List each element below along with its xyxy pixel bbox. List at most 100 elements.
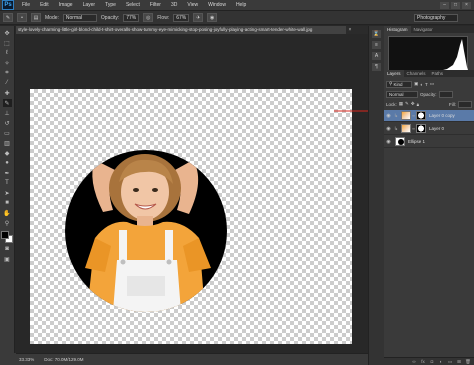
foreground-color-swatch[interactable] [1,231,9,239]
history-panel-icon[interactable]: ⌛ [372,30,381,38]
properties-panel-icon[interactable]: ≡ [372,41,381,49]
lasso-tool-icon[interactable]: ℓ [3,49,12,57]
clone-stamp-tool-icon[interactable]: ⊥ [3,109,12,117]
maximize-icon[interactable]: □ [451,1,460,9]
menu-file[interactable]: File [17,2,35,8]
eye-icon[interactable]: ◉ [384,139,393,145]
brush-preset-icon[interactable]: ✎ [3,13,13,22]
window-controls: – □ × [440,1,471,9]
fill-field[interactable] [458,100,472,108]
document-tab[interactable]: style-lovely-charming-little-girl-blond-… [16,26,346,34]
filter-kind-select[interactable]: ⚲ Kind [386,80,412,88]
canvas-area[interactable] [16,34,368,353]
menu-select[interactable]: Select [121,2,145,8]
girl-photo-image [85,154,211,312]
gradient-tool-icon[interactable]: ▥ [3,139,12,147]
hand-tool-icon[interactable]: ✋ [3,209,12,217]
menu-filter[interactable]: Filter [145,2,166,8]
eye-icon[interactable]: ◉ [384,126,393,132]
tab-navigator[interactable]: Navigator [411,26,436,33]
layer-name[interactable]: Layer 0 [429,126,444,131]
layer-row-2[interactable]: ◉ Ellipse 1 [384,136,474,148]
brush-tool-icon[interactable]: ✎ [2,99,12,107]
zoom-level[interactable]: 33.33% [19,357,34,362]
layers-panel-footer: ∞ fx ◘ ◐ ▭ ⊞ 🗑︎ [384,357,474,365]
color-swatches[interactable] [1,231,13,243]
add-mask-icon[interactable]: ◘ [429,359,435,364]
tab-channels[interactable]: Channels [404,70,429,77]
fx-icon[interactable]: fx [420,359,426,364]
zoom-tool-icon[interactable]: ⚲ [3,219,12,227]
blend-mode-select[interactable]: Normal [386,90,418,98]
filter-adjust-icon[interactable]: ◐ [420,82,423,87]
paragraph-panel-icon[interactable]: ¶ [372,63,381,71]
brush-size-icon[interactable]: • [17,13,27,22]
close-icon[interactable]: × [462,1,471,9]
clipping-arrow-icon: ↳ [393,112,399,119]
tab-histogram[interactable]: Histogram [384,26,411,33]
adjustment-layer-icon[interactable]: ◐ [438,359,444,364]
menu-type[interactable]: Type [100,2,121,8]
new-group-icon[interactable]: ▭ [447,359,453,364]
pressure-size-icon[interactable]: ◉ [207,13,218,22]
crop-tool-icon[interactable]: ⌗ [3,69,12,77]
menu-window[interactable]: Window [203,2,231,8]
mode-select[interactable]: Normal [62,13,97,22]
menu-help[interactable]: Help [231,2,251,8]
healing-brush-tool-icon[interactable]: ✚ [3,89,12,97]
character-panel-icon[interactable]: A [372,52,381,60]
filter-pixel-icon[interactable]: ▣ [414,81,418,87]
fill-label: Fill: [449,101,456,107]
link-layers-icon[interactable]: ∞ [411,359,417,364]
close-tab-icon[interactable]: × [346,26,354,34]
pressure-opacity-icon[interactable]: ◎ [143,13,154,22]
filter-type-icon[interactable]: T [425,82,428,87]
menu-image[interactable]: Image [54,2,78,8]
type-tool-icon[interactable]: T [3,179,12,187]
airbrush-icon[interactable]: ✈ [193,13,204,22]
layer-name[interactable]: Ellipse 1 [408,139,425,144]
layer-mask-thumbnail[interactable] [416,111,426,120]
marquee-tool-icon[interactable]: ⬚ [3,39,12,47]
new-layer-icon[interactable]: ⊞ [456,359,462,364]
filter-shape-icon[interactable]: ▭ [430,81,434,87]
layer-mask-thumbnail[interactable] [416,124,426,133]
menu-view[interactable]: View [182,2,203,8]
minimize-icon[interactable]: – [440,1,449,9]
shape-tool-icon[interactable]: ■ [3,199,12,207]
dodge-tool-icon[interactable]: ● [3,159,12,167]
menu-3d[interactable]: 3D [166,2,182,8]
screen-mode-icon[interactable]: ▣ [3,255,12,263]
flow-field[interactable]: 67% [173,13,190,22]
opacity-label: Opacity: [100,14,120,21]
mode-label: Mode: [45,14,59,21]
quick-mask-icon[interactable]: ◙ [3,245,12,253]
tab-layers[interactable]: Layers [384,70,404,77]
pen-tool-icon[interactable]: ✒ [3,169,12,177]
blur-tool-icon[interactable]: ◆ [3,149,12,157]
lock-pixels-icon[interactable]: ▦ [399,101,403,107]
eye-icon[interactable]: ◉ [384,113,393,119]
lock-paint-icon[interactable]: ✎ [405,101,409,107]
path-selection-tool-icon[interactable]: ➤ [3,189,12,197]
quick-select-tool-icon[interactable]: ✧ [3,59,12,67]
brush-panel-icon[interactable]: ▤ [31,13,41,22]
eraser-tool-icon[interactable]: ▭ [3,129,12,137]
move-tool-icon[interactable]: ✥ [3,29,12,37]
menu-layer[interactable]: Layer [78,2,101,8]
opacity-field[interactable]: 77% [123,13,140,22]
filter-kind-label: Kind [393,81,403,87]
document-canvas[interactable] [30,89,352,344]
layer-row-0[interactable]: ◉ ↳ ∞ Layer 0 copy [384,110,474,122]
lock-all-icon[interactable]: 🔒︎ [417,102,419,107]
tab-paths[interactable]: Paths [429,70,447,77]
delete-layer-icon[interactable]: 🗑︎ [465,359,471,364]
layer-opacity-field[interactable] [438,90,453,98]
lock-position-icon[interactable]: ✥ [411,101,415,107]
menu-edit[interactable]: Edit [35,2,54,8]
history-brush-tool-icon[interactable]: ↺ [3,119,12,127]
layer-row-1[interactable]: ◉ ↳ ∞ Layer 0 [384,123,474,135]
eyedropper-tool-icon[interactable]: ⁄ [3,79,12,87]
layer-name[interactable]: Layer 0 copy [429,113,455,118]
workspace-select[interactable]: Photography [414,14,458,22]
